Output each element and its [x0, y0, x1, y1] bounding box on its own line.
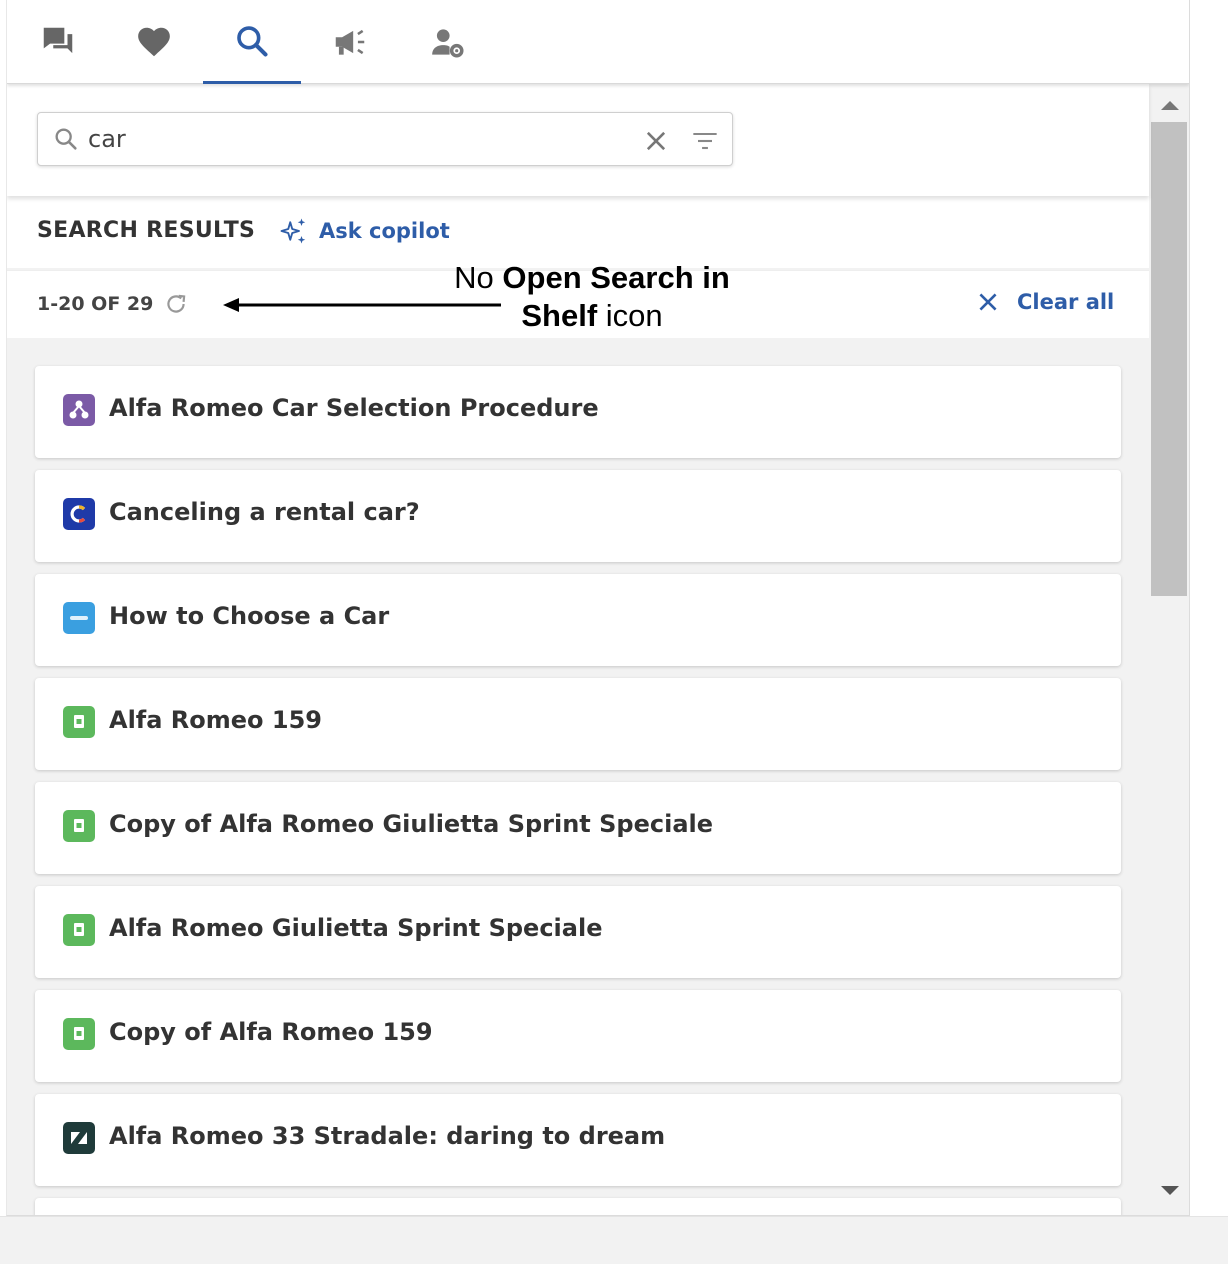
results-title: SEARCH RESULTS: [37, 218, 256, 243]
result-item[interactable]: Copy of Alfa Romeo Giulietta Sprint Spec…: [35, 782, 1121, 874]
tab-search[interactable]: [203, 0, 301, 84]
annotation-part-2: Open Search in: [502, 260, 730, 295]
scrollbar-thumb[interactable]: [1151, 122, 1187, 596]
annotation-part-4: icon: [597, 298, 663, 333]
search-icon: [237, 25, 268, 57]
result-item[interactable]: Copy of Alfa Romeo 159: [35, 990, 1121, 1082]
scroll-down-arrow-icon[interactable]: [1159, 1184, 1181, 1198]
results-count-bar: 1-20 OF 29 No Open Search in Shelf icon C…: [7, 260, 1149, 338]
search-icon: [55, 128, 77, 150]
ask-copilot-button[interactable]: Ask copilot: [279, 216, 450, 246]
results-count: 1-20 OF 29: [37, 293, 154, 315]
zendesk-icon: [63, 1122, 95, 1154]
result-title: Alfa Romeo 159: [109, 706, 322, 734]
sparkle-icon: [280, 218, 306, 244]
clear-search-icon[interactable]: [642, 127, 670, 155]
bottom-strip: [0, 1216, 1228, 1264]
result-title: Alfa Romeo Car Selection Procedure: [109, 394, 599, 422]
result-item[interactable]: Alfa Romeo Car Selection Procedure: [35, 366, 1121, 458]
result-title: Copy of Alfa Romeo Giulietta Sprint Spec…: [109, 810, 714, 838]
result-item[interactable]: Alfa Romeo 33 Stradale: daring to dream: [35, 1094, 1121, 1186]
result-item[interactable]: How to Choose a Car: [35, 574, 1121, 666]
clear-all-button[interactable]: Clear all: [975, 289, 1114, 315]
result-title: How to Choose a Car: [109, 602, 390, 630]
scrollbar[interactable]: [1149, 84, 1189, 1215]
filter-icon[interactable]: [690, 127, 720, 155]
result-title: Canceling a rental car?: [109, 498, 420, 526]
search-area: [7, 84, 1149, 196]
result-item[interactable]: Alfa Romeo Giulietta Sprint Speciale: [35, 886, 1121, 978]
document-icon: [63, 706, 95, 738]
result-title: Alfa Romeo 33 Stradale: daring to dream: [109, 1122, 666, 1150]
result-title: Copy of Alfa Romeo 159: [109, 1018, 433, 1046]
top-nav: [7, 0, 1189, 84]
annotation-part-3: Shelf: [521, 298, 598, 333]
document-icon: [63, 1018, 95, 1050]
annotation-note: No Open Search in Shelf icon: [427, 259, 757, 335]
user-settings-icon: [432, 29, 464, 58]
result-item[interactable]: Alfa Romeo 159: [35, 678, 1121, 770]
tab-user-settings[interactable]: [399, 0, 497, 84]
megaphone-icon: [335, 29, 365, 55]
result-title: Alfa Romeo Giulietta Sprint Speciale: [109, 914, 603, 942]
chat-icon: [43, 27, 73, 54]
annotation-part-1: No: [454, 260, 503, 295]
refresh-icon[interactable]: [163, 291, 189, 317]
result-item[interactable]: Canceling a rental car?: [35, 470, 1121, 562]
result-item[interactable]: [35, 1198, 1121, 1215]
close-icon: [979, 293, 997, 311]
document-icon: [63, 810, 95, 842]
tab-announcements[interactable]: [301, 0, 399, 84]
clear-all-label: Clear all: [1017, 290, 1115, 314]
tab-conversations[interactable]: [9, 0, 107, 84]
salesforce-icon: [63, 602, 95, 634]
search-input[interactable]: [88, 121, 628, 157]
heart-icon: [138, 27, 170, 57]
workflow-icon: [63, 394, 95, 426]
results-header: SEARCH RESULTS Ask copilot: [7, 196, 1149, 268]
document-icon: [63, 914, 95, 946]
scroll-up-arrow-icon[interactable]: [1159, 98, 1181, 112]
tab-favorites[interactable]: [105, 0, 203, 84]
c-logo-icon: [63, 498, 95, 530]
search-box: [37, 112, 733, 166]
search-panel: SEARCH RESULTS Ask copilot 1-20 OF 29 No…: [6, 0, 1190, 1216]
ask-copilot-label: Ask copilot: [319, 219, 450, 243]
